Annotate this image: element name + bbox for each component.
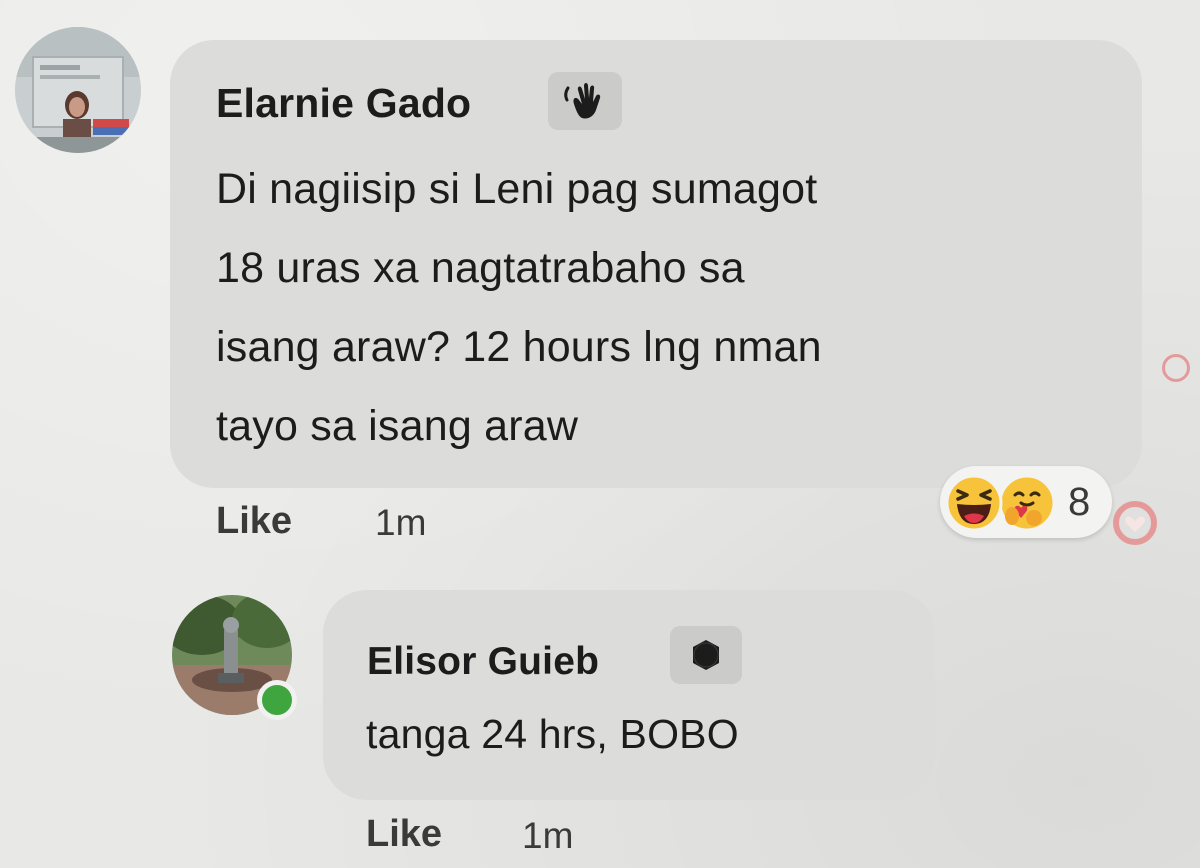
wave-hand-icon[interactable] [548, 72, 622, 130]
comment-text: Di nagiisip si Leni pag sumagot 18 uras … [216, 150, 1116, 466]
avatar-photo [15, 27, 141, 153]
comment-text-line: isang araw? 12 hours lng nman [216, 323, 822, 371]
comment-text-line: Di nagiisip si Leni pag sumagot [216, 165, 818, 213]
reaction-count: 8 [1068, 480, 1091, 524]
comment-text-line: 18 uras xa nagtatrabaho sa [216, 244, 745, 292]
haha-reaction-icon [945, 474, 1003, 532]
decorative-ring [1162, 354, 1190, 382]
like-button[interactable]: Like [366, 813, 442, 856]
avatar-elarnie-gado[interactable] [15, 27, 141, 153]
like-button[interactable]: Like [216, 500, 292, 543]
reply-author-name[interactable]: Elisor Guieb [367, 640, 599, 684]
comment-author-name[interactable]: Elarnie Gado [216, 80, 471, 127]
care-reaction-icon [998, 474, 1056, 532]
reply-timestamp[interactable]: 1m [522, 815, 573, 857]
comment-timestamp[interactable]: 1m [375, 502, 426, 544]
number-5-badge-icon[interactable] [670, 626, 742, 684]
heart-outline-icon [1108, 500, 1162, 546]
comment-text-line: tayo sa isang araw [216, 402, 579, 450]
online-status-dot [257, 680, 297, 720]
reply-text: tanga 24 hrs, BOBO [366, 711, 739, 757]
reactions-summary[interactable]: 8 [940, 466, 1112, 538]
